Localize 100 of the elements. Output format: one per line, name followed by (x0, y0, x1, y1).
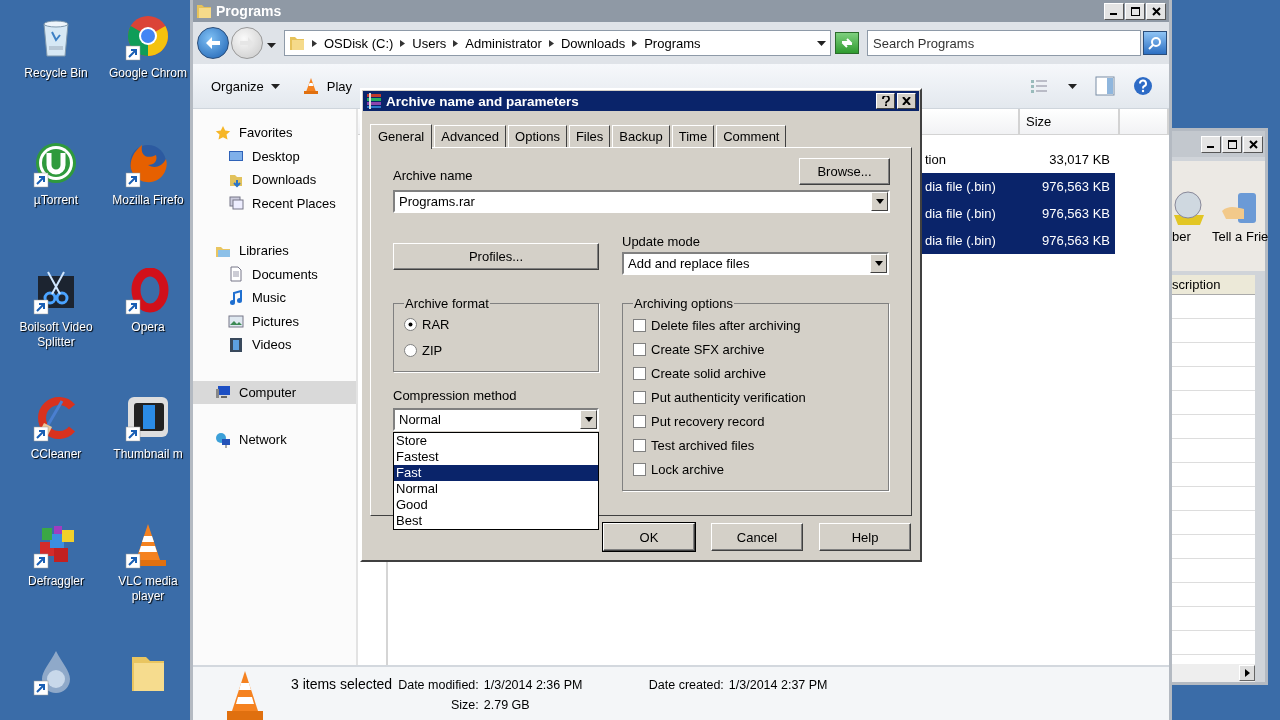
tab[interactable]: Backup (612, 125, 670, 147)
dropdown-option[interactable]: Fastest (394, 449, 598, 465)
search-button[interactable] (1143, 31, 1167, 55)
icon-label: Google Chrom (107, 66, 188, 81)
dropdown-arrow-icon (875, 199, 884, 204)
nav-item[interactable]: Favorites (193, 121, 356, 145)
detail-value: 1/3/2014 2:36 PM (483, 678, 584, 692)
file-row[interactable]: tion 33,017 KB (922, 146, 1115, 173)
dropdown-option[interactable]: Fast (394, 465, 598, 481)
scroll-right-button[interactable] (1239, 665, 1255, 681)
checkbox[interactable] (633, 462, 646, 476)
close-button[interactable] (897, 93, 916, 109)
nav-item[interactable]: Libraries (193, 239, 356, 263)
detail-value: 2.79 GB (483, 698, 531, 712)
address-bar[interactable]: OSDisk (C:) Users Administrator Downloads Programs (284, 30, 831, 56)
search-field[interactable]: Search Programs (867, 30, 1141, 56)
checkbox-option[interactable]: Create solid archive (633, 361, 878, 385)
tab[interactable]: General (370, 124, 433, 149)
play-button[interactable]: Play (297, 74, 357, 98)
maximize-icon (1130, 6, 1140, 16)
close-button[interactable] (1146, 2, 1166, 20)
selection-summary: 3 items selected (291, 676, 393, 692)
minimize-button[interactable] (1201, 135, 1221, 153)
breadcrumb-item[interactable]: Programs (644, 35, 701, 51)
refresh-icon (840, 37, 854, 49)
profiles-button[interactable]: Profiles... (393, 243, 599, 270)
film-icon (228, 336, 244, 353)
checkbox[interactable] (633, 390, 646, 404)
radio-option[interactable]: RAR (404, 311, 588, 337)
nav-item[interactable]: Pictures (193, 309, 356, 333)
checkbox-option[interactable]: Lock archive (633, 457, 878, 481)
checkbox-option[interactable]: Create SFX archive (633, 337, 878, 361)
table-cell-text: 33,017 KB (1049, 152, 1111, 167)
nav-item[interactable]: Recent Places (193, 191, 356, 215)
checkbox[interactable] (633, 342, 646, 356)
help-icon[interactable] (1133, 76, 1153, 96)
organize-menu-button[interactable]: Organize (207, 75, 284, 97)
checkbox[interactable] (633, 438, 646, 452)
column-header[interactable]: Size (1020, 109, 1120, 135)
breadcrumb-item[interactable]: Administrator (465, 35, 542, 51)
tab[interactable]: Options (508, 125, 567, 147)
checkbox[interactable] (633, 366, 646, 380)
dropdown-option[interactable]: Best (394, 513, 598, 529)
close-button[interactable] (1243, 135, 1263, 153)
nav-item[interactable]: Network (193, 428, 356, 452)
refresh-button[interactable] (835, 32, 859, 54)
checkbox[interactable] (633, 414, 646, 428)
help-button[interactable] (876, 93, 895, 109)
dropdown-option[interactable]: Good (394, 497, 598, 513)
maximize-button[interactable] (1222, 135, 1242, 153)
compression-method-combo[interactable]: Normal (393, 408, 599, 431)
nav-item[interactable]: Computer (193, 380, 356, 404)
dialog-button[interactable]: Cancel (711, 523, 803, 551)
tab[interactable]: Comment (716, 125, 787, 147)
checkbox-option[interactable]: Delete files after archiving (633, 313, 878, 337)
radio-icon[interactable] (404, 343, 417, 357)
icon-label: Boilsoft Video Splitter (18, 320, 94, 350)
nav-item[interactable]: Documents (193, 262, 356, 286)
tab[interactable]: Files (568, 125, 611, 147)
file-row[interactable]: dia file (.bin) 976,563 KB (922, 227, 1115, 254)
dropdown-arrow-icon (874, 261, 883, 266)
toolbar-button[interactable]: Tell a Frie (1212, 189, 1269, 271)
tab[interactable]: Advanced (434, 125, 507, 147)
dialog-button[interactable]: Help (819, 523, 911, 551)
table-cell-text: dia file (.bin) (924, 233, 997, 248)
radio-option[interactable]: ZIP (404, 337, 588, 363)
window-title: Programs (216, 3, 282, 19)
maximize-button[interactable] (1125, 2, 1145, 20)
dropdown-option[interactable]: Normal (394, 481, 598, 497)
checkbox[interactable] (633, 318, 646, 332)
nav-item[interactable]: Desktop (193, 144, 356, 168)
update-mode-combo[interactable]: Add and replace files (622, 252, 889, 275)
archive-name-combo[interactable]: Programs.rar (393, 190, 890, 213)
dialog-button[interactable]: OK (603, 523, 695, 551)
view-options-button[interactable] (1030, 78, 1077, 94)
browse-button[interactable]: Browse... (799, 158, 890, 185)
dropdown-option[interactable]: Store (394, 433, 598, 449)
detail-label: Size: (450, 698, 479, 712)
checkbox-option[interactable]: Put recovery record (633, 409, 878, 433)
toolbar-button[interactable]: ber (1172, 189, 1208, 271)
file-row[interactable]: dia file (.bin) 976,563 KB (922, 200, 1115, 227)
breadcrumb-item[interactable]: Users (412, 35, 447, 51)
nav-item[interactable]: Videos (193, 333, 356, 357)
checkbox-option[interactable]: Put authenticity verification (633, 385, 878, 409)
breadcrumb-item[interactable]: Downloads (560, 35, 626, 51)
document-icon (228, 266, 244, 283)
dropdown-arrow-icon (584, 417, 593, 422)
checkbox-option[interactable]: Test archived files (633, 433, 878, 457)
table-cell-text: 976,563 KB (1042, 233, 1111, 248)
nav-item[interactable]: Downloads (193, 168, 356, 192)
radio-icon[interactable] (404, 317, 417, 331)
breadcrumb-item[interactable]: OSDisk (C:) (324, 35, 394, 51)
file-row[interactable]: dia file (.bin) 976,563 KB (922, 173, 1115, 200)
nav-item[interactable]: Music (193, 286, 356, 310)
minimize-button[interactable] (1104, 2, 1124, 20)
chevron-icon (453, 39, 459, 47)
field-label: Archive name (393, 168, 473, 183)
column-header[interactable]: scription (1172, 275, 1255, 295)
back-button[interactable] (197, 27, 229, 59)
tab[interactable]: Time (671, 125, 715, 147)
